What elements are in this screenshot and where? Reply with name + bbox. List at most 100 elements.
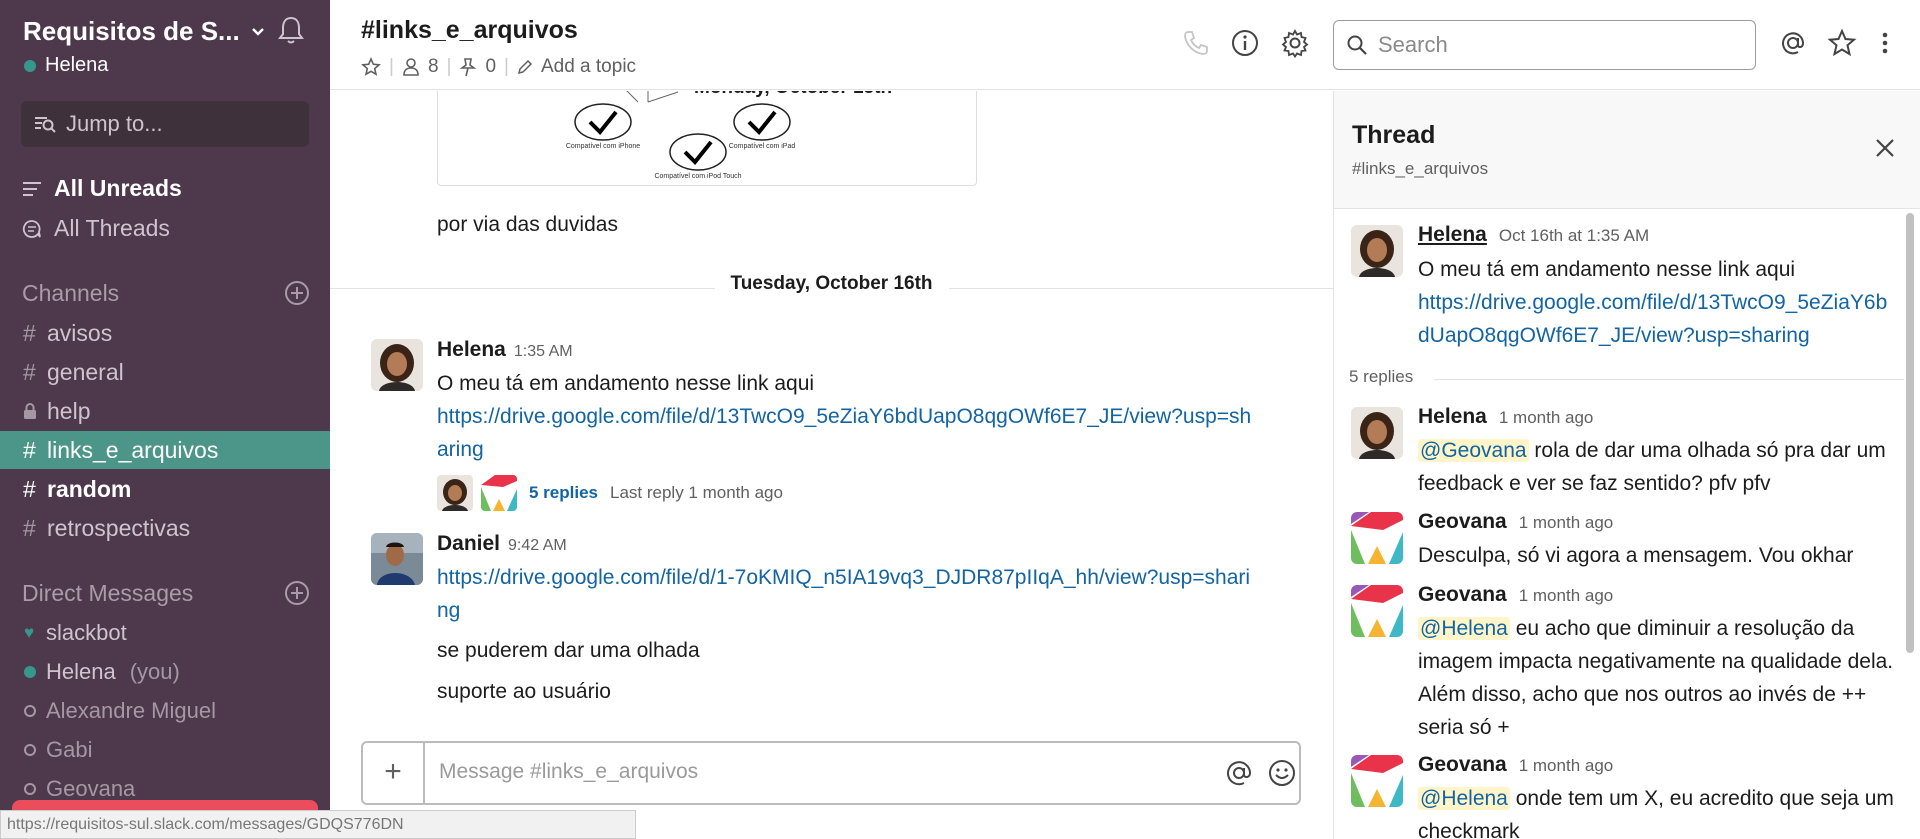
sidebar-channel-retrospectivas[interactable]: # retrospectivas xyxy=(0,509,330,547)
message-header: Helena 1:35 AM xyxy=(437,338,573,362)
nav-all-unreads[interactable]: All Unreads xyxy=(22,175,182,202)
add-attachment-button[interactable]: + xyxy=(363,743,425,803)
sender-name[interactable]: Geovana xyxy=(1418,583,1507,607)
image-attachment[interactable]: Compatível com iPhone Compatível com iPo… xyxy=(437,91,977,186)
thread-replies-summary[interactable]: 5 replies Last reply 1 month ago xyxy=(437,475,783,511)
message-link[interactable]: https://drive.google.com/file/d/13TwcO9_… xyxy=(437,400,1257,466)
add-channel-icon[interactable] xyxy=(284,280,310,306)
avatar xyxy=(481,475,517,511)
current-user[interactable]: Helena xyxy=(24,54,108,77)
sender-name[interactable]: Helena xyxy=(1418,405,1487,429)
message-header: Daniel 9:42 AM xyxy=(437,532,567,556)
channel-title[interactable]: #links_e_arquivos xyxy=(361,16,578,45)
bell-icon[interactable] xyxy=(276,14,306,46)
close-icon[interactable] xyxy=(1872,135,1898,161)
channel-label: general xyxy=(47,358,124,385)
message-header: Geovana 1 month ago xyxy=(1418,753,1613,777)
thread-panel: Thread #links_e_arquivos Helena Oct 16th… xyxy=(1333,91,1920,839)
sidebar-channel-avisos[interactable]: # avisos xyxy=(0,314,330,352)
message-text: se puderem dar uma olhada xyxy=(437,639,700,662)
gear-icon[interactable] xyxy=(1280,28,1310,58)
member-icon[interactable] xyxy=(402,57,420,77)
presence-away-icon xyxy=(24,705,36,717)
jump-to-icon xyxy=(35,117,56,133)
message-timestamp[interactable]: 1 month ago xyxy=(1519,756,1614,776)
mentions-icon[interactable] xyxy=(1778,28,1808,58)
last-reply-text: Last reply 1 month ago xyxy=(610,483,783,502)
dm-gabi[interactable]: Gabi xyxy=(0,731,330,769)
presence-online-icon xyxy=(24,59,36,72)
cloud-check-icon xyxy=(733,103,791,141)
sender-name[interactable]: Daniel xyxy=(437,532,500,556)
channels-header[interactable]: Channels xyxy=(22,280,119,307)
avatar[interactable] xyxy=(1351,407,1403,459)
sidebar-channel-general[interactable]: # general xyxy=(0,353,330,391)
channel-label: random xyxy=(47,475,132,502)
mention-icon[interactable] xyxy=(1223,757,1255,789)
avatar[interactable] xyxy=(371,533,423,585)
search-input[interactable]: Search xyxy=(1333,20,1756,70)
sidebar-channel-help[interactable]: help xyxy=(0,392,330,430)
nav-all-unreads-label: All Unreads xyxy=(54,175,182,201)
dm-slackbot[interactable]: ♥ slackbot xyxy=(0,614,330,652)
more-options-icon[interactable] xyxy=(1875,28,1905,58)
jump-to-button[interactable]: Jump to... xyxy=(21,101,309,147)
message-link[interactable]: https://drive.google.com/file/d/13TwcO9_… xyxy=(1418,286,1898,352)
composer-placeholder: Message #links_e_arquivos xyxy=(439,760,699,783)
sender-name[interactable]: Helena xyxy=(1418,223,1487,247)
user-mention[interactable]: @Helena xyxy=(1418,617,1510,640)
message-timestamp[interactable]: Oct 16th at 1:35 AM xyxy=(1499,226,1649,246)
avatar[interactable] xyxy=(1351,512,1403,564)
avatar[interactable] xyxy=(1351,585,1403,637)
add-dm-icon[interactable] xyxy=(284,580,310,606)
pin-icon[interactable] xyxy=(459,57,477,77)
message-link[interactable]: https://drive.google.com/file/d/1-7oKMIQ… xyxy=(437,561,1257,627)
nav-all-threads[interactable]: All Threads xyxy=(22,215,170,242)
avatar[interactable] xyxy=(1351,755,1403,807)
message-timestamp[interactable]: 1 month ago xyxy=(1499,408,1594,428)
add-topic-link[interactable]: Add a topic xyxy=(541,56,636,78)
phone-icon[interactable] xyxy=(1181,28,1211,58)
message-timestamp[interactable]: 1 month ago xyxy=(1519,513,1614,533)
emoji-icon[interactable] xyxy=(1266,757,1298,789)
message-text: Desculpa, só vi agora a mensagem. Vou ok… xyxy=(1418,544,1854,567)
dm-helena[interactable]: Helena (you) xyxy=(0,653,330,691)
current-user-name: Helena xyxy=(45,54,109,76)
sender-name[interactable]: Geovana xyxy=(1418,510,1507,534)
thread-channel[interactable]: #links_e_arquivos xyxy=(1352,159,1488,179)
thread-scrollbar[interactable] xyxy=(1906,213,1914,653)
avatar[interactable] xyxy=(371,339,423,391)
replies-count-link[interactable]: 5 replies xyxy=(529,483,598,503)
user-mention[interactable]: @Geovana xyxy=(1418,439,1529,462)
threads-icon xyxy=(22,219,41,238)
chevron-down-icon[interactable] xyxy=(250,20,266,44)
channel-label: avisos xyxy=(47,319,113,346)
message-timestamp[interactable]: 9:42 AM xyxy=(508,537,567,555)
message-text: por via das duvidas xyxy=(437,213,618,236)
workspace-name[interactable]: Requisitos de S... xyxy=(23,16,238,47)
avatar xyxy=(437,475,473,511)
star-icon[interactable] xyxy=(361,57,381,77)
dm-alexandre-miguel[interactable]: Alexandre Miguel xyxy=(0,692,330,730)
member-count[interactable]: 8 xyxy=(428,56,439,78)
search-icon xyxy=(1347,35,1367,55)
sender-name[interactable]: Geovana xyxy=(1418,753,1507,777)
message-timestamp[interactable]: 1 month ago xyxy=(1519,586,1614,606)
avatar[interactable] xyxy=(1351,225,1403,277)
sender-name[interactable]: Helena xyxy=(437,338,506,362)
sidebar-channel-random[interactable]: # random xyxy=(0,470,330,508)
pin-count[interactable]: 0 xyxy=(485,56,496,78)
info-icon[interactable] xyxy=(1230,28,1260,58)
channel-meta: | 8 | 0 | Add a topic xyxy=(361,56,636,78)
direct-messages-header[interactable]: Direct Messages xyxy=(22,580,193,607)
sidebar-channel-links-e-arquivos[interactable]: # links_e_arquivos xyxy=(0,431,330,469)
message-timestamp[interactable]: 1:35 AM xyxy=(514,343,573,361)
search-placeholder: Search xyxy=(1378,32,1448,57)
user-mention[interactable]: @Helena xyxy=(1418,787,1510,810)
message-composer[interactable]: + Message #links_e_arquivos xyxy=(361,741,1301,805)
message-text: @Helena onde tem um X, eu acredito que s… xyxy=(1418,782,1898,839)
message-pane: Compatível com iPhone Compatível com iPo… xyxy=(330,91,1333,739)
message-text: O meu tá em andamento nesse link aqui xyxy=(437,372,815,395)
message-header: Geovana 1 month ago xyxy=(1418,510,1613,534)
star-icon[interactable] xyxy=(1827,28,1857,58)
